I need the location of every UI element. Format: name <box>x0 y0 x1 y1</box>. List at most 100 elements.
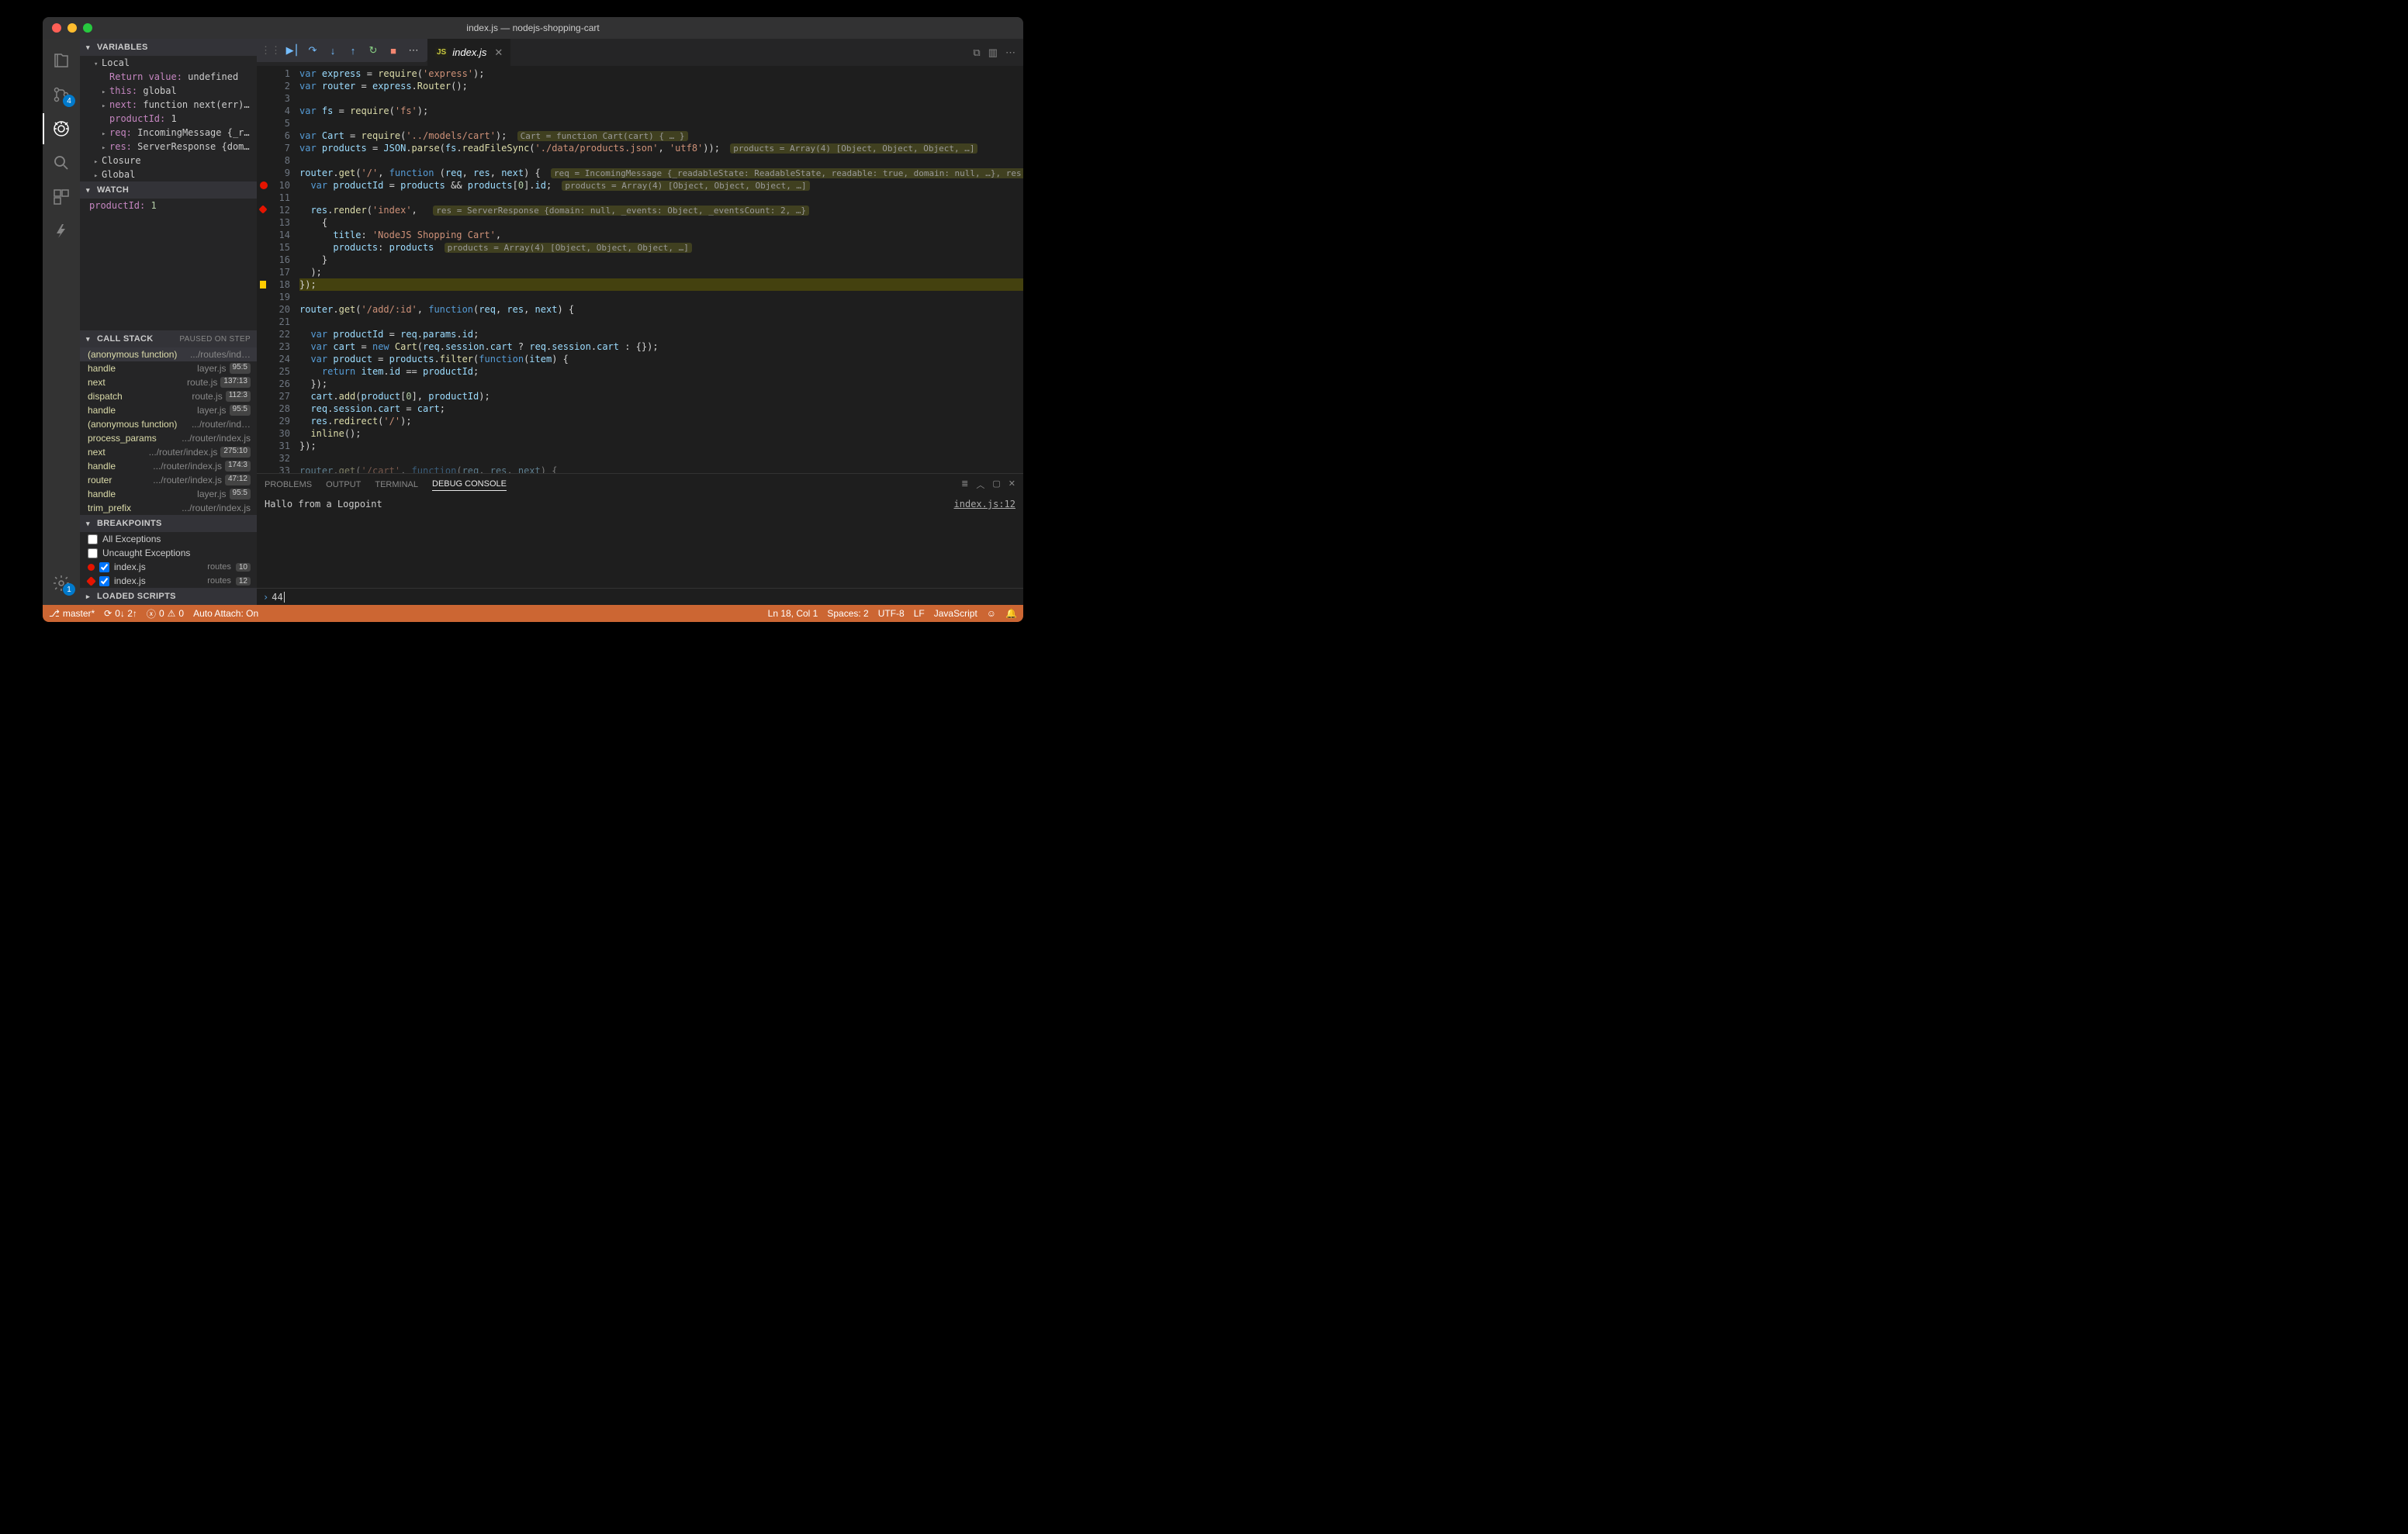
panel-tab-debug-console[interactable]: DEBUG CONSOLE <box>432 479 507 491</box>
variables-section-header[interactable]: ▾VARIABLES <box>80 39 257 56</box>
text-editor[interactable]: 1234567891011121314151617181920212223242… <box>257 66 1023 473</box>
activity-bar: 4 1 <box>43 39 80 605</box>
panel-tab-problems[interactable]: PROBLEMS <box>265 480 312 489</box>
warning-icon: ⚠ <box>168 608 176 619</box>
step-into-icon[interactable]: ↓ <box>323 41 342 60</box>
vscode-window: index.js — nodejs-shopping-cart 4 1 ▾VAR… <box>43 17 1023 622</box>
stack-frame[interactable]: (anonymous function).../router/ind… <box>80 417 257 431</box>
watch-title: WATCH <box>97 185 129 195</box>
diff-icon[interactable]: ⧉ <box>973 47 980 59</box>
stack-frame[interactable]: trim_prefix.../router/index.js <box>80 501 257 515</box>
errors-item[interactable]: ⓧ0 ⚠0 <box>147 607 184 620</box>
variable-row[interactable]: ▸res: ServerResponse {domain: null… <box>80 140 257 154</box>
panel-tab-output[interactable]: OUTPUT <box>326 480 361 489</box>
variable-row[interactable]: ▸req: IncomingMessage {_readableSt… <box>80 126 257 140</box>
step-over-icon[interactable]: ↷ <box>303 41 322 60</box>
debug-sidebar: ▾VARIABLES ▾Local Return value: undefine… <box>80 39 257 605</box>
language-item[interactable]: JavaScript <box>934 608 977 619</box>
loaded-scripts-section-header[interactable]: ▸LOADED SCRIPTS <box>80 588 257 605</box>
maximize-window-icon[interactable] <box>83 23 92 33</box>
variable-row[interactable]: Return value: undefined <box>80 70 257 84</box>
stack-frame[interactable]: dispatchroute.js112:3 <box>80 389 257 403</box>
debug-repl-input[interactable]: › 44 <box>257 588 1023 605</box>
cursor-position[interactable]: Ln 18, Col 1 <box>768 608 818 619</box>
error-icon: ⓧ <box>147 607 156 620</box>
explorer-icon[interactable] <box>43 45 80 76</box>
search-icon[interactable] <box>43 147 80 178</box>
minimize-window-icon[interactable] <box>67 23 77 33</box>
tab-index-js[interactable]: JS index.js ✕ <box>427 39 510 66</box>
stack-frame[interactable]: process_params.../router/index.js <box>80 431 257 445</box>
traffic-lights <box>43 23 92 33</box>
repl-prompt-icon: › <box>263 592 268 603</box>
variable-row[interactable]: productId: 1 <box>80 112 257 126</box>
watch-section-header[interactable]: ▾WATCH <box>80 181 257 199</box>
breakpoint-icon <box>88 564 95 571</box>
editor-actions: ⧉ ▥ ⋯ <box>965 39 1023 66</box>
status-bar: ⎇master* ⟳0↓ 2↑ ⓧ0 ⚠0 Auto Attach: On Ln… <box>43 605 1023 622</box>
scm-badge: 4 <box>63 95 75 107</box>
more-icon[interactable]: ⋯ <box>404 41 423 60</box>
callstack-section-header[interactable]: ▾CALL STACKPAUSED ON STEP <box>80 330 257 347</box>
collapse-icon[interactable]: ︿ <box>976 479 984 491</box>
step-out-icon[interactable]: ↑ <box>344 41 362 60</box>
variable-row[interactable]: ▸next: function next(err) { … } <box>80 98 257 112</box>
split-editor-icon[interactable]: ▥ <box>988 47 998 59</box>
scope-global[interactable]: ▸Global <box>80 168 257 181</box>
drag-handle-icon[interactable]: ⋮⋮ <box>261 41 280 60</box>
stack-frame[interactable]: nextroute.js137:13 <box>80 375 257 389</box>
more-actions-icon[interactable]: ⋯ <box>1005 47 1015 59</box>
breakpoint-row[interactable]: index.jsroutes12 <box>80 574 257 588</box>
azure-icon[interactable] <box>43 216 80 247</box>
stack-frame[interactable]: handlelayer.js95:5 <box>80 361 257 375</box>
bp-all-exceptions[interactable]: All Exceptions <box>80 532 257 546</box>
variables-title: VARIABLES <box>97 43 148 52</box>
stop-icon[interactable]: ■ <box>384 41 403 60</box>
git-branch-item[interactable]: ⎇master* <box>49 608 95 619</box>
feedback-icon[interactable]: ☺ <box>987 608 996 619</box>
callstack-title: CALL STACK <box>97 334 154 344</box>
console-location[interactable]: index.js:12 <box>954 499 1015 585</box>
restart-icon[interactable]: ↻ <box>364 41 382 60</box>
scope-closure[interactable]: ▸Closure <box>80 154 257 168</box>
scope-local[interactable]: ▾Local <box>80 56 257 70</box>
breakpoints-title: BREAKPOINTS <box>97 519 162 528</box>
logpoint-icon <box>86 576 96 586</box>
eol-item[interactable]: LF <box>914 608 925 619</box>
settings-icon[interactable]: 1 <box>43 568 80 599</box>
current-line-glyph[interactable] <box>260 281 266 288</box>
loaded-scripts-title: LOADED SCRIPTS <box>97 592 176 601</box>
auto-attach-item[interactable]: Auto Attach: On <box>193 608 258 619</box>
sync-item[interactable]: ⟳0↓ 2↑ <box>104 608 137 619</box>
breakpoint-row[interactable]: index.jsroutes10 <box>80 560 257 574</box>
logpoint-glyph[interactable] <box>258 205 267 213</box>
watch-row[interactable]: productId: 1 <box>80 199 257 212</box>
encoding-item[interactable]: UTF-8 <box>878 608 905 619</box>
stack-frame[interactable]: next.../router/index.js275:10 <box>80 445 257 459</box>
continue-icon[interactable]: ▶⎮ <box>283 41 302 60</box>
stack-frame[interactable]: handle.../router/index.js174:3 <box>80 459 257 473</box>
close-tab-icon[interactable]: ✕ <box>494 47 503 59</box>
stack-frame[interactable]: router.../router/index.js47:12 <box>80 473 257 487</box>
close-window-icon[interactable] <box>52 23 61 33</box>
scm-icon[interactable]: 4 <box>43 79 80 110</box>
stack-frame[interactable]: (anonymous function).../routes/ind… <box>80 347 257 361</box>
extensions-icon[interactable] <box>43 181 80 212</box>
window-title: index.js — nodejs-shopping-cart <box>43 22 1023 33</box>
close-panel-icon[interactable]: ✕ <box>1009 479 1015 491</box>
debug-icon[interactable] <box>43 113 80 144</box>
maximize-panel-icon[interactable]: ▢ <box>992 479 1000 491</box>
stack-frame[interactable]: handlelayer.js95:5 <box>80 487 257 501</box>
stack-frame[interactable]: handlelayer.js95:5 <box>80 403 257 417</box>
notifications-icon[interactable]: 🔔 <box>1005 608 1017 619</box>
filter-icon[interactable]: ≣ <box>961 479 968 491</box>
debug-toolbar: ⋮⋮ ▶⎮ ↷ ↓ ↑ ↻ ■ ⋯ <box>257 39 427 62</box>
breakpoint-glyph[interactable] <box>260 181 268 189</box>
bp-uncaught-exceptions[interactable]: Uncaught Exceptions <box>80 546 257 560</box>
repl-text: 44 <box>272 592 282 603</box>
panel-tab-terminal[interactable]: TERMINAL <box>375 480 418 489</box>
indentation-item[interactable]: Spaces: 2 <box>827 608 868 619</box>
breakpoints-section-header[interactable]: ▾BREAKPOINTS <box>80 515 257 532</box>
variable-row[interactable]: ▸this: global <box>80 84 257 98</box>
editor-group: ⋮⋮ ▶⎮ ↷ ↓ ↑ ↻ ■ ⋯ JS index.js ✕ <box>257 39 1023 605</box>
